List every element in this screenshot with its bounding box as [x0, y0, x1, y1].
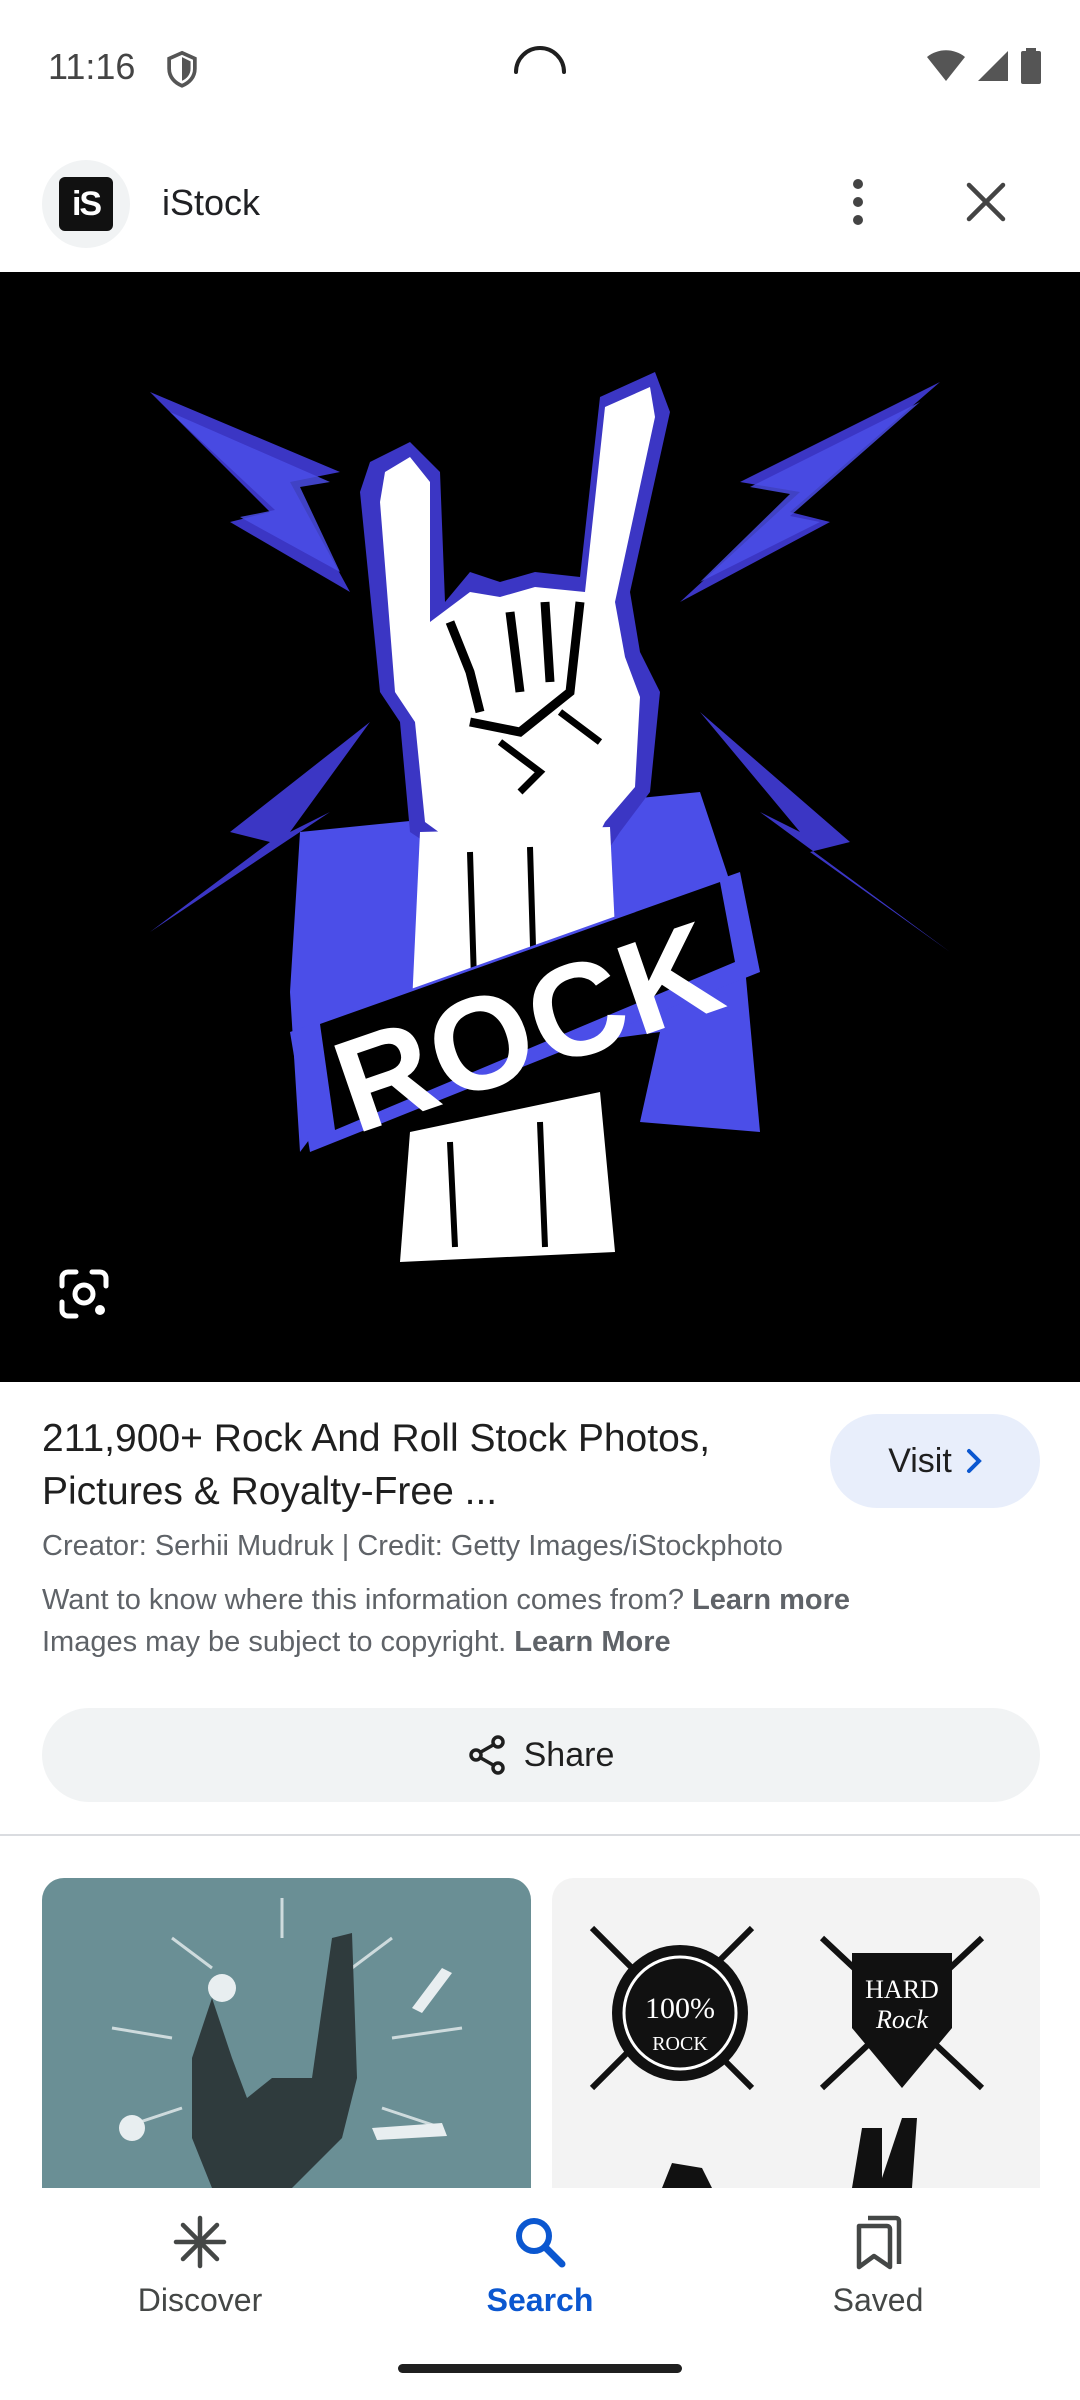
- close-button[interactable]: [954, 170, 1018, 234]
- info-question: Want to know where this information come…: [42, 1584, 685, 1616]
- close-icon: [966, 182, 1006, 222]
- google-lens-icon: [59, 1269, 109, 1319]
- rock-badges-image: 100% ROCK HARD Rock: [589, 1925, 985, 2188]
- nav-search[interactable]: Search: [430, 2212, 650, 2319]
- badge-text-1b: ROCK: [652, 2033, 708, 2055]
- discover-asterisk-icon: [173, 2215, 227, 2269]
- more-vert-icon: [853, 179, 863, 225]
- loading-spinner-icon: [514, 46, 566, 74]
- bottom-navigation: Discover Search Saved: [0, 2188, 1080, 2400]
- shield-icon: [167, 50, 197, 88]
- nav-search-label: Search: [486, 2282, 594, 2318]
- copyright-line: Images may be subject to copyright. Lear…: [42, 1626, 671, 1659]
- rock-hand-sketch-image: [111, 1898, 463, 2188]
- copyright-text: Images may be subject to copyright.: [42, 1626, 507, 1658]
- search-icon: [516, 2218, 566, 2268]
- share-button[interactable]: Share: [42, 1708, 1040, 1802]
- badge-text-1: 100%: [645, 1992, 715, 2025]
- related-image-2[interactable]: 100% ROCK HARD Rock: [552, 1878, 1040, 2188]
- nav-saved[interactable]: Saved: [768, 2212, 988, 2319]
- result-image[interactable]: ROCK: [0, 272, 1080, 1382]
- share-label: Share: [523, 1735, 615, 1774]
- battery-icon: [1021, 48, 1041, 84]
- section-divider: [0, 1834, 1080, 1836]
- copyright-learn-more-link[interactable]: Learn More: [514, 1626, 670, 1658]
- visit-button[interactable]: Visit: [830, 1414, 1040, 1508]
- info-source-line: Want to know where this information come…: [42, 1584, 850, 1617]
- status-time: 11:16: [48, 46, 136, 87]
- chevron-right-icon: [966, 1449, 982, 1473]
- istock-logo: iS: [59, 177, 113, 231]
- learn-more-link[interactable]: Learn more: [692, 1584, 850, 1616]
- result-title[interactable]: 211,900+ Rock And Roll Stock Photos, Pic…: [42, 1412, 802, 1518]
- site-avatar: iS: [42, 160, 130, 248]
- saved-bookmarks-icon: [856, 2215, 902, 2270]
- google-lens-button[interactable]: [52, 1262, 116, 1326]
- home-indicator[interactable]: [398, 2364, 682, 2373]
- badge-text-2b: Rock: [875, 2005, 928, 2034]
- nav-discover-label: Discover: [137, 2282, 263, 2318]
- nav-saved-label: Saved: [832, 2282, 924, 2318]
- creator-credit: Creator: Serhii Mudruk | Credit: Getty I…: [42, 1530, 783, 1562]
- badge-text-2: HARD: [865, 1975, 939, 2004]
- related-image-1[interactable]: [42, 1878, 531, 2188]
- share-icon: [468, 1735, 505, 1775]
- rock-hand-illustration: ROCK: [150, 372, 950, 1262]
- status-bar: 11:16: [0, 0, 1080, 130]
- app-bar: iS iStock: [0, 130, 1080, 272]
- wifi-icon: [927, 50, 965, 81]
- visit-label: Visit: [888, 1441, 952, 1480]
- nav-discover[interactable]: Discover: [90, 2212, 310, 2319]
- site-name: iStock: [162, 182, 261, 223]
- cellular-signal-icon: [978, 51, 1008, 81]
- more-options-button[interactable]: [832, 170, 884, 234]
